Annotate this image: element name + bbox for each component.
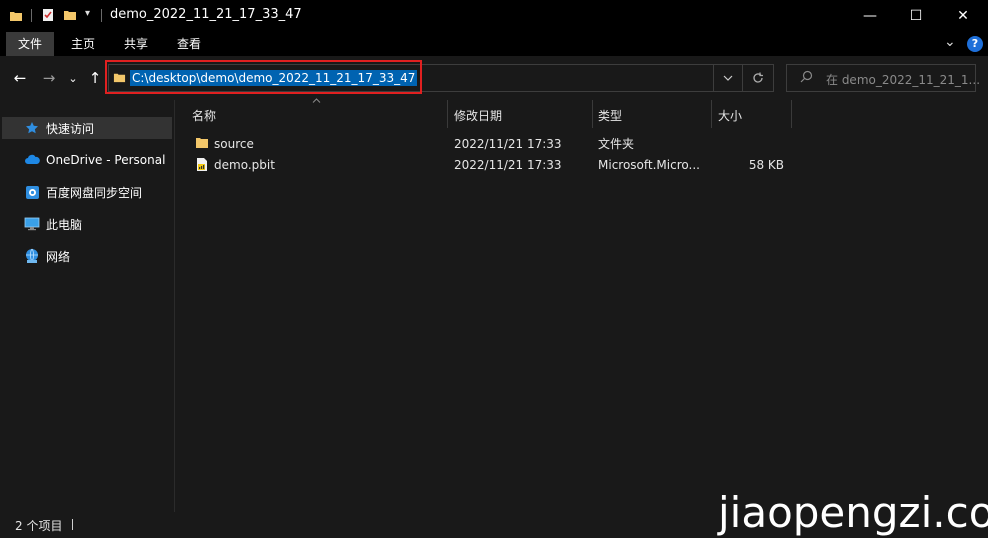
tab-share[interactable]: 共享 [112,32,160,56]
help-icon[interactable]: ? [967,36,983,52]
star-icon [24,120,40,136]
nav-item-label: OneDrive - Personal [46,153,166,167]
separator [31,9,32,22]
close-button[interactable]: ✕ [940,0,986,32]
nav-item-label: 快速访问 [46,121,95,136]
properties-icon[interactable] [41,8,55,22]
folder-icon [9,9,23,23]
column-type[interactable]: 类型 [592,103,712,129]
column-name[interactable]: 名称 [186,103,448,129]
watermark: jiaopengzi.com [718,488,988,537]
back-button[interactable]: ← [9,66,31,90]
separator [72,519,73,530]
nav-item-quick-access[interactable]: 快速访问 [24,117,94,139]
file-date: 2022/11/21 17:33 [454,137,562,151]
refresh-button[interactable] [742,65,773,91]
nav-item-label: 网络 [46,249,71,264]
nav-item-onedrive[interactable]: OneDrive - Personal [24,149,165,171]
tab-home[interactable]: 主页 [59,32,107,56]
search-icon [800,70,813,87]
nav-item-label: 此电脑 [46,217,83,232]
nav-item-network[interactable]: 网络 [24,245,70,267]
nav-item-baidu-netdisk[interactable]: 百度网盘同步空间 [24,181,142,203]
nav-item-label: 百度网盘同步空间 [46,185,143,200]
folder-icon [195,136,209,153]
column-divider[interactable] [791,100,792,128]
separator [101,9,102,22]
customize-quick-access-icon[interactable]: ▾ [85,8,90,19]
file-type: 文件夹 [598,137,635,151]
file-date: 2022/11/21 17:33 [454,158,562,172]
column-size[interactable]: 大小 [712,103,792,129]
maximize-button[interactable]: ☐ [893,0,939,32]
tab-view[interactable]: 查看 [165,32,213,56]
tab-file[interactable]: 文件 [6,32,55,56]
baidu-cloud-icon [24,184,40,200]
window-title: demo_2022_11_21_17_33_47 [110,7,302,22]
new-folder-icon[interactable] [63,8,77,22]
network-icon [24,248,40,264]
minimize-button[interactable]: — [847,0,893,32]
up-button[interactable]: ↑ [84,66,106,90]
search-placeholder: 在 demo_2022_11_21_1... [826,73,981,87]
file-size [720,134,784,154]
nav-item-this-pc[interactable]: 此电脑 [24,213,82,235]
address-highlight-box [105,60,422,94]
file-name: demo.pbit [214,158,275,172]
file-row-source[interactable]: source 2022/11/21 17:33 文件夹 [190,134,790,154]
file-type: Microsoft.Micro... [598,158,700,172]
computer-icon [24,216,40,232]
recent-locations-button[interactable]: ⌄ [62,66,84,90]
item-count: 2 个项目 [15,519,63,533]
cloud-icon [24,152,40,168]
column-date[interactable]: 修改日期 [448,103,592,129]
file-row-demo-pbit[interactable]: demo.pbit 2022/11/21 17:33 Microsoft.Mic… [190,155,790,175]
file-size: 58 KB [748,158,784,172]
ribbon-expand-icon[interactable]: ⌄ [944,34,956,50]
address-dropdown-button[interactable] [713,65,742,91]
file-name: source [214,137,254,151]
pbit-file-icon [195,157,209,175]
forward-button[interactable]: → [38,66,60,90]
